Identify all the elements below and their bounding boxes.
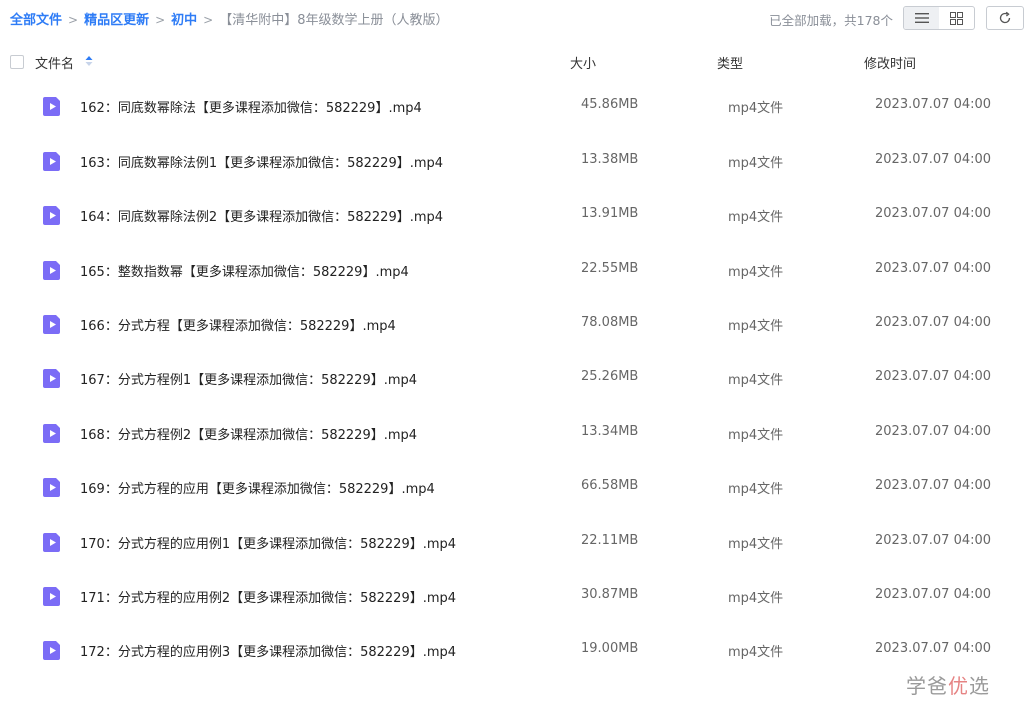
file-modified-time: 2023.07.07 04:00 — [875, 260, 992, 276]
video-file-icon — [43, 260, 60, 280]
file-name[interactable]: 164：同底数幂除法例2【更多课程添加微信：582229】.mp4 — [80, 206, 443, 225]
file-size: 45.86MB — [581, 97, 639, 113]
loaded-count-text: 已全部加载，共178个 — [769, 13, 893, 28]
file-type: mp4文件 — [728, 264, 784, 280]
file-name[interactable]: 167：分式方程例1【更多课程添加微信：582229】.mp4 — [80, 369, 417, 388]
file-type: mp4文件 — [728, 101, 784, 117]
top-bar: 全部文件 > 精品区更新 > 初中 > 【清华附中】8年级数学上册（人教版） 已全部加载，共… — [0, 0, 1024, 36]
file-type: mp4文件 — [728, 318, 784, 334]
column-header-name[interactable]: 文件名 — [35, 53, 74, 72]
table-header: 文件名 大小 类型 修改时间 — [0, 50, 1024, 74]
file-type: mp4文件 — [728, 590, 784, 606]
file-modified-time: 2023.07.07 04:00 — [875, 206, 992, 222]
file-row[interactable]: 162：同底数幂除法【更多课程添加微信：582229】.mp4 45.86MB mp… — [0, 78, 1024, 132]
refresh-icon — [999, 11, 1011, 24]
file-row[interactable]: 167：分式方程例1【更多课程添加微信：582229】.mp4 25.26MB mp… — [0, 350, 1024, 404]
file-modified-time: 2023.07.07 04:00 — [875, 97, 992, 113]
video-file-icon — [43, 478, 60, 498]
file-name[interactable]: 172：分式方程的应用例3【更多课程添加微信：582229】.mp4 — [80, 641, 456, 660]
file-size: 25.26MB — [581, 369, 639, 385]
video-file-icon — [43, 423, 60, 443]
file-name[interactable]: 171：分式方程的应用例2【更多课程添加微信：582229】.mp4 — [80, 587, 456, 606]
file-name[interactable]: 170：分式方程的应用例1【更多课程添加微信：582229】.mp4 — [80, 533, 456, 552]
column-header-type[interactable]: 类型 — [717, 53, 743, 72]
file-size: 13.34MB — [581, 423, 639, 439]
file-row[interactable]: 163：同底数幂除法例1【更多课程添加微信：582229】.mp4 13.38MB… — [0, 133, 1024, 187]
watermark-text-mid: 优 — [948, 674, 969, 698]
column-header-size[interactable]: 大小 — [570, 53, 596, 72]
file-modified-time: 2023.07.07 04:00 — [875, 532, 992, 548]
file-row[interactable]: 172：分式方程的应用例3【更多课程添加微信：582229】.mp4 19.00M… — [0, 622, 1024, 676]
breadcrumb-separator: > — [155, 13, 166, 27]
file-size: 13.91MB — [581, 206, 639, 222]
video-file-icon — [43, 314, 60, 334]
file-modified-time: 2023.07.07 04:00 — [875, 478, 992, 494]
refresh-button[interactable] — [986, 6, 1024, 30]
file-modified-time: 2023.07.07 04:00 — [875, 151, 992, 167]
file-modified-time: 2023.07.07 04:00 — [875, 314, 992, 330]
watermark-text-left: 学爸 — [906, 674, 948, 698]
file-type: mp4文件 — [728, 210, 784, 226]
file-name[interactable]: 165：整数指数幂【更多课程添加微信：582229】.mp4 — [80, 261, 409, 280]
file-modified-time: 2023.07.07 04:00 — [875, 369, 992, 385]
watermark: 学爸优选 — [906, 670, 990, 699]
video-file-icon — [43, 641, 60, 661]
file-type: mp4文件 — [728, 373, 784, 389]
file-type: mp4文件 — [728, 427, 784, 443]
video-file-icon — [43, 151, 60, 171]
breadcrumb-current-folder: 【清华附中】8年级数学上册（人教版） — [219, 13, 449, 28]
file-row[interactable]: 165：整数指数幂【更多课程添加微信：582229】.mp4 22.55MB mp4… — [0, 242, 1024, 296]
file-type: mp4文件 — [728, 536, 784, 552]
file-row[interactable]: 166：分式方程【更多课程添加微信：582229】.mp4 78.08MB mp4文… — [0, 296, 1024, 350]
watermark-text-right: 选 — [969, 674, 990, 698]
breadcrumb: 全部文件 > 精品区更新 > 初中 > 【清华附中】8年级数学上册（人教版） — [10, 9, 449, 28]
file-type: mp4文件 — [728, 645, 784, 661]
video-file-icon — [43, 206, 60, 226]
video-file-icon — [43, 586, 60, 606]
video-file-icon — [43, 97, 60, 117]
file-name[interactable]: 162：同底数幂除法【更多课程添加微信：582229】.mp4 — [80, 97, 422, 116]
list-view-button[interactable] — [904, 7, 939, 29]
file-name[interactable]: 169：分式方程的应用【更多课程添加微信：582229】.mp4 — [80, 478, 435, 497]
breadcrumb-premium-updates[interactable]: 精品区更新 — [84, 13, 149, 28]
file-size: 13.38MB — [581, 151, 639, 167]
breadcrumb-all-files[interactable]: 全部文件 — [10, 13, 62, 28]
select-all-checkbox[interactable] — [10, 55, 24, 69]
video-file-icon — [43, 532, 60, 552]
file-size: 78.08MB — [581, 314, 639, 330]
file-size: 30.87MB — [581, 586, 639, 602]
file-row[interactable]: 169：分式方程的应用【更多课程添加微信：582229】.mp4 66.58MB m… — [0, 459, 1024, 513]
file-type: mp4文件 — [728, 482, 784, 498]
file-row[interactable]: 171：分式方程的应用例2【更多课程添加微信：582229】.mp4 30.87M… — [0, 568, 1024, 622]
file-name[interactable]: 163：同底数幂除法例1【更多课程添加微信：582229】.mp4 — [80, 152, 443, 171]
file-row[interactable]: 170：分式方程的应用例1【更多课程添加微信：582229】.mp4 22.11M… — [0, 514, 1024, 568]
view-toggle — [903, 6, 975, 30]
file-list[interactable]: 161：分式的混合运算例3【更多课程添加微信：582229】.mp416.84M… — [0, 78, 1024, 717]
file-row[interactable]: 168：分式方程例2【更多课程添加微信：582229】.mp4 13.34MB mp… — [0, 405, 1024, 459]
file-size: 66.58MB — [581, 478, 639, 494]
file-size: 19.00MB — [581, 641, 639, 657]
file-name[interactable]: 166：分式方程【更多课程添加微信：582229】.mp4 — [80, 315, 396, 334]
file-modified-time: 2023.07.07 04:00 — [875, 641, 992, 657]
breadcrumb-separator: > — [203, 13, 214, 27]
breadcrumb-junior-high[interactable]: 初中 — [171, 13, 197, 28]
file-modified-time: 2023.07.07 04:00 — [875, 423, 992, 439]
file-type: mp4文件 — [728, 155, 784, 171]
file-size: 22.11MB — [581, 532, 639, 548]
sort-ascending-icon[interactable] — [85, 55, 93, 67]
list-icon — [914, 13, 929, 23]
column-header-modified[interactable]: 修改时间 — [864, 53, 916, 72]
grid-icon — [950, 11, 963, 25]
file-modified-time: 2023.07.07 04:00 — [875, 586, 992, 602]
file-row[interactable]: 164：同底数幂除法例2【更多课程添加微信：582229】.mp4 13.91MB… — [0, 187, 1024, 241]
grid-view-button[interactable] — [939, 7, 974, 29]
file-name[interactable]: 168：分式方程例2【更多课程添加微信：582229】.mp4 — [80, 424, 417, 443]
video-file-icon — [43, 369, 60, 389]
breadcrumb-separator: > — [68, 13, 79, 27]
file-size: 22.55MB — [581, 260, 639, 276]
